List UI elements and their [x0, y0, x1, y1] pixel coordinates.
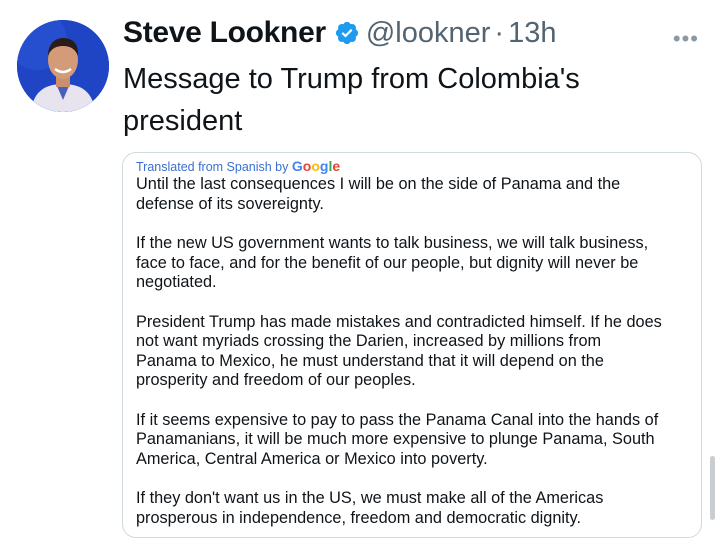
separator-dot: ·: [494, 16, 505, 49]
paragraph-3: President Trump has made mistakes and co…: [136, 312, 662, 390]
quoted-translation-card[interactable]: Translated from Spanish by Google Until …: [122, 152, 702, 538]
translation-attribution: Translated from Spanish by Google: [136, 157, 687, 175]
scrollbar-thumb[interactable]: [710, 456, 715, 520]
paragraph-4: If it seems expensive to pay to pass the…: [136, 410, 659, 468]
verified-badge-icon: [334, 20, 360, 46]
author-handle[interactable]: @lookner: [366, 17, 491, 50]
translated-from-label: Translated from Spanish by: [136, 160, 292, 174]
more-options-icon[interactable]: •••: [673, 26, 699, 52]
timestamp[interactable]: 13h: [508, 17, 556, 50]
google-logo: Google: [291, 158, 341, 174]
author-avatar[interactable]: [17, 20, 109, 112]
tweet-text: Message to Trump from Colombia's preside…: [123, 63, 580, 137]
paragraph-5: If they don't want us in the US, we must…: [136, 489, 604, 527]
author-name[interactable]: Steve Lookner: [123, 16, 326, 50]
paragraph-1: Until the last consequences I will be on…: [136, 175, 621, 213]
paragraph-2: If the new US government wants to talk b…: [136, 234, 649, 291]
tweet-header: Steve Lookner @lookner · 13h •••: [123, 14, 699, 52]
